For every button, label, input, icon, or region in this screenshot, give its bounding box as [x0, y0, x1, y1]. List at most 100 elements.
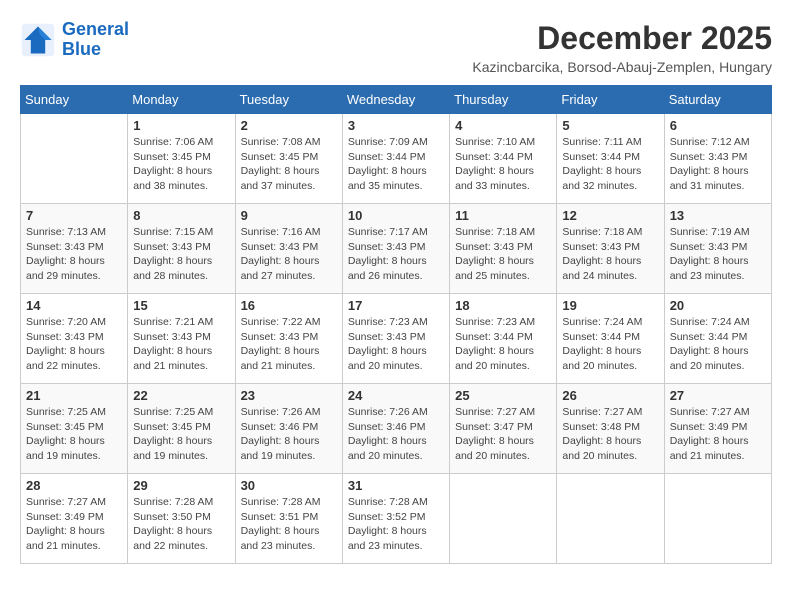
- day-number: 23: [241, 388, 337, 403]
- day-header-monday: Monday: [128, 86, 235, 114]
- day-number: 1: [133, 118, 229, 133]
- week-row-4: 21Sunrise: 7:25 AMSunset: 3:45 PMDayligh…: [21, 384, 772, 474]
- calendar-cell: 19Sunrise: 7:24 AMSunset: 3:44 PMDayligh…: [557, 294, 664, 384]
- calendar-cell: 8 Sunrise: 7:15 AMSunset: 3:43 PMDaylight…: [128, 204, 235, 294]
- title-section: December 2025 Kazincbarcika, Borsod-Abau…: [472, 20, 772, 75]
- calendar-cell: 5 Sunrise: 7:11 AMSunset: 3:44 PMDaylight…: [557, 114, 664, 204]
- day-info: Sunrise: 7:22 AMSunset: 3:43 PMDaylight:…: [241, 315, 337, 374]
- day-number: 9: [241, 208, 337, 223]
- month-title: December 2025: [472, 20, 772, 57]
- day-number: 6: [670, 118, 766, 133]
- logo-line2: Blue: [62, 39, 101, 59]
- calendar-cell: 9 Sunrise: 7:16 AMSunset: 3:43 PMDaylight…: [235, 204, 342, 294]
- day-info: Sunrise: 7:28 AMSunset: 3:50 PMDaylight:…: [133, 495, 229, 554]
- day-info: Sunrise: 7:11 AMSunset: 3:44 PMDaylight:…: [562, 135, 658, 194]
- day-number: 4: [455, 118, 551, 133]
- day-header-wednesday: Wednesday: [342, 86, 449, 114]
- day-number: 29: [133, 478, 229, 493]
- calendar-cell: 6 Sunrise: 7:12 AMSunset: 3:43 PMDaylight…: [664, 114, 771, 204]
- day-info: Sunrise: 7:08 AMSunset: 3:45 PMDaylight:…: [241, 135, 337, 194]
- day-info: Sunrise: 7:23 AMSunset: 3:43 PMDaylight:…: [348, 315, 444, 374]
- calendar-cell: [557, 474, 664, 564]
- day-number: 27: [670, 388, 766, 403]
- day-number: 5: [562, 118, 658, 133]
- calendar-cell: 31 Sunrise: 7:28 AMSunset: 3:52 PMDayligh…: [342, 474, 449, 564]
- day-info: Sunrise: 7:25 AMSunset: 3:45 PMDaylight:…: [133, 405, 229, 464]
- week-row-2: 7Sunrise: 7:13 AMSunset: 3:43 PMDaylight…: [21, 204, 772, 294]
- logo: General Blue: [20, 20, 129, 60]
- calendar-cell: 22 Sunrise: 7:25 AMSunset: 3:45 PMDayligh…: [128, 384, 235, 474]
- calendar-cell: [21, 114, 128, 204]
- day-info: Sunrise: 7:24 AMSunset: 3:44 PMDaylight:…: [670, 315, 766, 374]
- calendar-cell: 20 Sunrise: 7:24 AMSunset: 3:44 PMDayligh…: [664, 294, 771, 384]
- calendar-cell: 4 Sunrise: 7:10 AMSunset: 3:44 PMDaylight…: [450, 114, 557, 204]
- day-number: 8: [133, 208, 229, 223]
- location: Kazincbarcika, Borsod-Abauj-Zemplen, Hun…: [472, 59, 772, 75]
- logo-icon: [20, 22, 56, 58]
- calendar-cell: 30 Sunrise: 7:28 AMSunset: 3:51 PMDayligh…: [235, 474, 342, 564]
- calendar-cell: 27Sunrise: 7:27 AMSunset: 3:49 PMDayligh…: [664, 384, 771, 474]
- calendar-cell: 10Sunrise: 7:17 AMSunset: 3:43 PMDayligh…: [342, 204, 449, 294]
- day-info: Sunrise: 7:21 AMSunset: 3:43 PMDaylight:…: [133, 315, 229, 374]
- day-number: 2: [241, 118, 337, 133]
- day-info: Sunrise: 7:26 AMSunset: 3:46 PMDaylight:…: [348, 405, 444, 464]
- day-info: Sunrise: 7:28 AMSunset: 3:51 PMDaylight:…: [241, 495, 337, 554]
- calendar-cell: 24 Sunrise: 7:26 AMSunset: 3:46 PMDayligh…: [342, 384, 449, 474]
- day-number: 7: [26, 208, 122, 223]
- calendar-header-row: SundayMondayTuesdayWednesdayThursdayFrid…: [21, 86, 772, 114]
- day-info: Sunrise: 7:27 AMSunset: 3:49 PMDaylight:…: [26, 495, 122, 554]
- day-number: 15: [133, 298, 229, 313]
- day-number: 26: [562, 388, 658, 403]
- day-info: Sunrise: 7:19 AMSunset: 3:43 PMDaylight:…: [670, 225, 766, 284]
- calendar-cell: 18 Sunrise: 7:23 AMSunset: 3:44 PMDayligh…: [450, 294, 557, 384]
- day-info: Sunrise: 7:16 AMSunset: 3:43 PMDaylight:…: [241, 225, 337, 284]
- calendar-cell: 7Sunrise: 7:13 AMSunset: 3:43 PMDaylight…: [21, 204, 128, 294]
- calendar-cell: 23 Sunrise: 7:26 AMSunset: 3:46 PMDayligh…: [235, 384, 342, 474]
- day-header-sunday: Sunday: [21, 86, 128, 114]
- calendar-cell: 11Sunrise: 7:18 AMSunset: 3:43 PMDayligh…: [450, 204, 557, 294]
- week-row-5: 28 Sunrise: 7:27 AMSunset: 3:49 PMDayligh…: [21, 474, 772, 564]
- day-info: Sunrise: 7:23 AMSunset: 3:44 PMDaylight:…: [455, 315, 551, 374]
- day-info: Sunrise: 7:27 AMSunset: 3:48 PMDaylight:…: [562, 405, 658, 464]
- calendar-cell: 25Sunrise: 7:27 AMSunset: 3:47 PMDayligh…: [450, 384, 557, 474]
- day-number: 31: [348, 478, 444, 493]
- calendar-cell: 12Sunrise: 7:18 AMSunset: 3:43 PMDayligh…: [557, 204, 664, 294]
- page-header: General Blue December 2025 Kazincbarcika…: [20, 20, 772, 75]
- day-number: 13: [670, 208, 766, 223]
- calendar-cell: [450, 474, 557, 564]
- day-info: Sunrise: 7:12 AMSunset: 3:43 PMDaylight:…: [670, 135, 766, 194]
- day-number: 28: [26, 478, 122, 493]
- day-number: 18: [455, 298, 551, 313]
- day-number: 30: [241, 478, 337, 493]
- day-info: Sunrise: 7:28 AMSunset: 3:52 PMDaylight:…: [348, 495, 444, 554]
- calendar-cell: 2 Sunrise: 7:08 AMSunset: 3:45 PMDaylight…: [235, 114, 342, 204]
- calendar: SundayMondayTuesdayWednesdayThursdayFrid…: [20, 85, 772, 564]
- day-number: 10: [348, 208, 444, 223]
- day-info: Sunrise: 7:27 AMSunset: 3:47 PMDaylight:…: [455, 405, 551, 464]
- day-info: Sunrise: 7:18 AMSunset: 3:43 PMDaylight:…: [455, 225, 551, 284]
- day-info: Sunrise: 7:06 AMSunset: 3:45 PMDaylight:…: [133, 135, 229, 194]
- calendar-cell: [664, 474, 771, 564]
- logo-text: General Blue: [62, 20, 129, 60]
- day-info: Sunrise: 7:15 AMSunset: 3:43 PMDaylight:…: [133, 225, 229, 284]
- day-header-saturday: Saturday: [664, 86, 771, 114]
- day-info: Sunrise: 7:09 AMSunset: 3:44 PMDaylight:…: [348, 135, 444, 194]
- calendar-cell: 13 Sunrise: 7:19 AMSunset: 3:43 PMDayligh…: [664, 204, 771, 294]
- day-number: 24: [348, 388, 444, 403]
- day-number: 17: [348, 298, 444, 313]
- day-info: Sunrise: 7:26 AMSunset: 3:46 PMDaylight:…: [241, 405, 337, 464]
- calendar-cell: 17 Sunrise: 7:23 AMSunset: 3:43 PMDayligh…: [342, 294, 449, 384]
- day-number: 20: [670, 298, 766, 313]
- day-number: 19: [562, 298, 658, 313]
- day-number: 12: [562, 208, 658, 223]
- day-info: Sunrise: 7:25 AMSunset: 3:45 PMDaylight:…: [26, 405, 122, 464]
- day-number: 22: [133, 388, 229, 403]
- day-number: 16: [241, 298, 337, 313]
- day-info: Sunrise: 7:20 AMSunset: 3:43 PMDaylight:…: [26, 315, 122, 374]
- calendar-cell: 28 Sunrise: 7:27 AMSunset: 3:49 PMDayligh…: [21, 474, 128, 564]
- calendar-cell: 26 Sunrise: 7:27 AMSunset: 3:48 PMDayligh…: [557, 384, 664, 474]
- day-header-friday: Friday: [557, 86, 664, 114]
- day-info: Sunrise: 7:10 AMSunset: 3:44 PMDaylight:…: [455, 135, 551, 194]
- day-number: 3: [348, 118, 444, 133]
- calendar-cell: 3 Sunrise: 7:09 AMSunset: 3:44 PMDaylight…: [342, 114, 449, 204]
